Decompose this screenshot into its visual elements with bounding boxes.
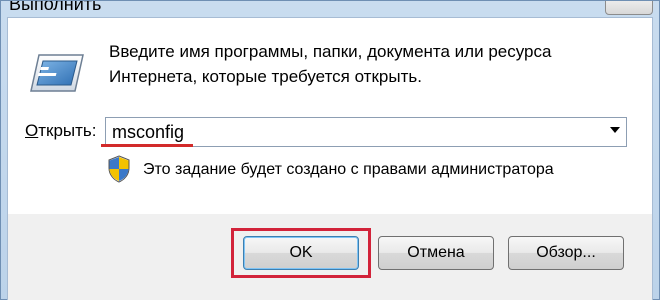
open-label-mnemonic: О bbox=[25, 121, 39, 140]
cancel-button[interactable]: Отмена bbox=[378, 236, 494, 270]
run-program-icon bbox=[29, 51, 85, 100]
admin-note: Это задание будет создано с правами адми… bbox=[143, 161, 554, 178]
ok-button[interactable]: OK bbox=[243, 236, 359, 270]
open-label-text: ткрыть: bbox=[38, 121, 97, 140]
title-bar[interactable]: Выполнить bbox=[1, 1, 659, 17]
close-button[interactable] bbox=[605, 1, 653, 15]
command-combobox[interactable]: msconfig bbox=[105, 117, 627, 147]
annotation-underline bbox=[101, 144, 193, 147]
open-label: Открыть: bbox=[25, 121, 97, 141]
command-input[interactable]: msconfig bbox=[112, 122, 184, 143]
dialog-description: Введите имя программы, папки, документа … bbox=[109, 42, 552, 86]
run-dialog-window: Выполнить Введите имя программы, папки, … bbox=[0, 0, 660, 300]
browse-button[interactable]: Обзор... bbox=[508, 236, 624, 270]
uac-shield-icon bbox=[107, 155, 131, 188]
window-title: Выполнить bbox=[9, 1, 102, 14]
chevron-down-icon[interactable] bbox=[610, 127, 620, 133]
